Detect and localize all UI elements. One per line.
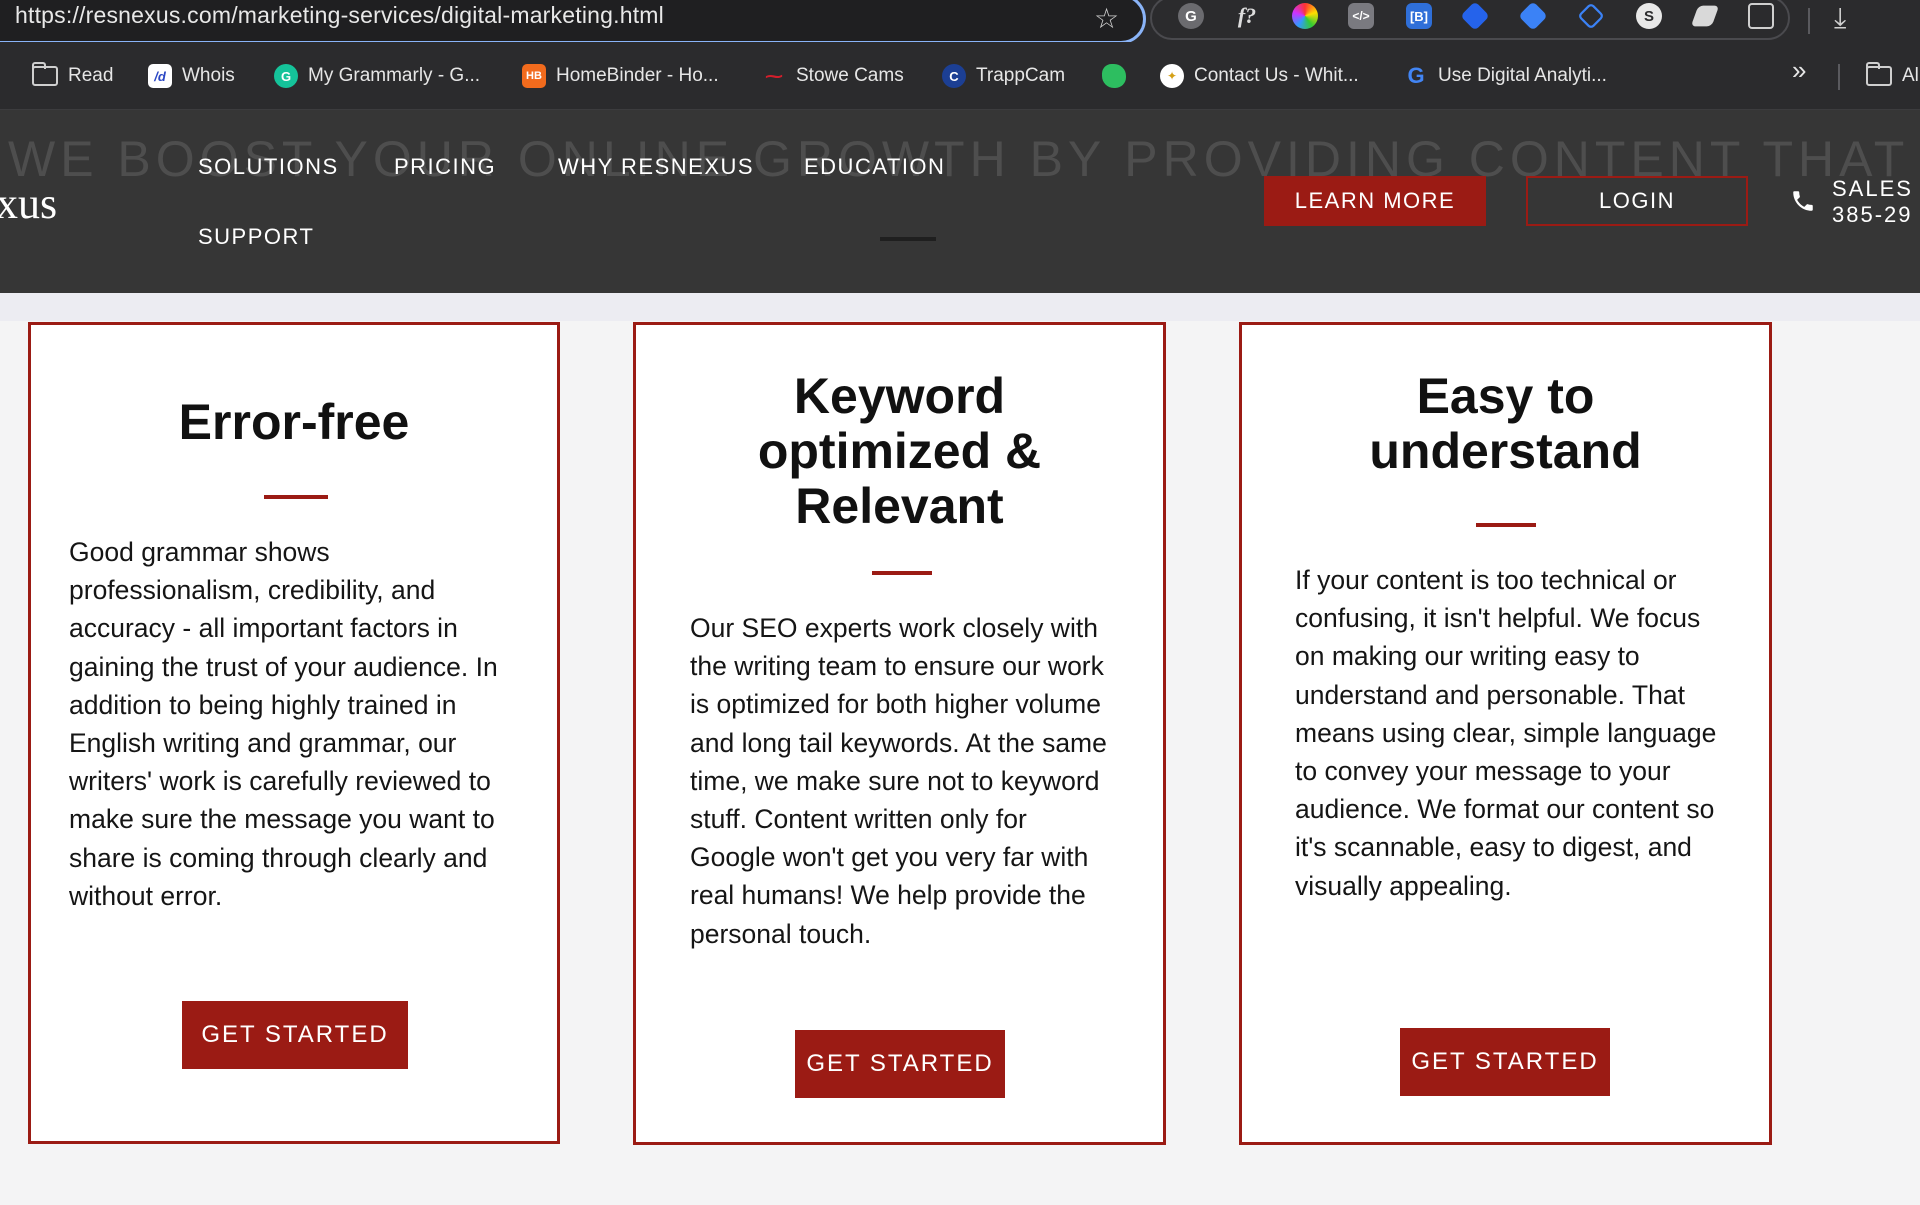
google-icon: G <box>1407 63 1425 88</box>
headline-underline <box>880 237 936 241</box>
feature-card-error-free: Error-free Good grammar shows profession… <box>28 322 560 1144</box>
learn-more-button[interactable]: LEARN MORE <box>1264 176 1486 226</box>
code-extension-icon[interactable]: </> <box>1348 3 1374 29</box>
card-body: If your content is too technical or conf… <box>1295 565 1717 901</box>
nav-support[interactable]: SUPPORT <box>198 224 314 250</box>
bookmarks-overflow-chevron[interactable]: » <box>1792 55 1806 85</box>
bookmark-label: Al <box>1902 65 1919 86</box>
card-title-line: understand <box>1369 423 1642 479</box>
bookmark-trappcam[interactable]: C TrappCam <box>942 62 1065 90</box>
nav-why-resnexus[interactable]: WHY RESNEXUS <box>558 154 754 180</box>
bookmark-evernote[interactable] <box>1102 62 1136 90</box>
card-title-line: Easy to <box>1416 368 1595 424</box>
bookmark-label: HomeBinder - Ho... <box>556 65 719 86</box>
section-band <box>0 293 1920 321</box>
card-title: Easy to understand <box>1242 369 1769 479</box>
bookmark-stowe-cams[interactable]: ⁓ Stowe Cams <box>762 62 904 90</box>
url-text[interactable]: https://resnexus.com/marketing-services/… <box>15 2 664 29</box>
bookmark-star-icon[interactable]: ☆ <box>1094 2 1119 35</box>
bookmark-homebinder[interactable]: HB HomeBinder - Ho... <box>522 62 719 90</box>
card-divider <box>872 571 932 575</box>
bookmark-label: Stowe Cams <box>796 65 904 86</box>
site-header: WE BOOST YOUR ONLINE GROWTH BY PROVIDING… <box>0 110 1920 293</box>
login-button[interactable]: LOGIN <box>1526 176 1748 226</box>
bookmarks-separator <box>1838 64 1840 90</box>
card-title-line: optimized & <box>757 423 1042 479</box>
bookmark-contact-us[interactable]: ✦ Contact Us - Whit... <box>1160 62 1359 90</box>
feature-card-easy-to-understand: Easy to understand If your content is to… <box>1239 322 1772 1145</box>
phone-icon <box>1793 191 1813 211</box>
address-bar[interactable]: https://resnexus.com/marketing-services/… <box>0 0 1146 44</box>
diamond-extension-icon[interactable] <box>1577 2 1605 30</box>
bookmark-label: Read <box>68 65 114 86</box>
card-title: Keyword optimized & Relevant <box>636 369 1163 534</box>
trappcam-icon: C <box>942 64 966 88</box>
homebinder-icon: HB <box>522 64 546 88</box>
card-title: Error-free <box>31 395 557 450</box>
tag-extension-icon-2[interactable] <box>1518 1 1548 31</box>
bookmark-read[interactable]: Read <box>32 62 113 90</box>
grammarly-icon: G <box>274 64 298 88</box>
card-body: Our SEO experts work closely with the wr… <box>690 613 1107 949</box>
bookmark-whois[interactable]: /d Whois <box>148 62 235 90</box>
bookmark-label: Use Digital Analyti... <box>1438 65 1607 86</box>
card-divider <box>264 495 328 499</box>
sales-label: SALES <box>1832 176 1913 201</box>
nav-education[interactable]: EDUCATION <box>804 154 945 180</box>
bookmark-digital-analytics[interactable]: G Use Digital Analyti... <box>1404 62 1607 90</box>
folder-icon <box>32 62 58 86</box>
s-extension-icon[interactable]: S <box>1636 3 1662 29</box>
get-started-button[interactable]: GET STARTED <box>1400 1028 1610 1096</box>
font-extension-icon[interactable]: f? <box>1234 3 1260 29</box>
sales-phone-number[interactable]: 385-29 <box>1832 202 1913 228</box>
grammarly-extension-icon[interactable]: G <box>1178 3 1204 29</box>
card-title-line: Relevant <box>795 478 1004 534</box>
bookmark-label: My Grammarly - G... <box>308 65 481 86</box>
nav-pricing[interactable]: PRICING <box>394 154 496 180</box>
folder-icon <box>1866 62 1892 86</box>
toolbar-separator <box>1808 8 1810 34</box>
browser-toolbar: https://resnexus.com/marketing-services/… <box>0 0 1920 44</box>
color-picker-icon[interactable] <box>1292 3 1318 29</box>
card-body: Good grammar shows professionalism, cred… <box>69 537 498 911</box>
bookmark-label: Contact Us - Whit... <box>1194 65 1359 86</box>
feature-card-keyword-optimized: Keyword optimized & Relevant Our SEO exp… <box>633 322 1166 1145</box>
bracket-extension-icon[interactable]: [B] <box>1406 3 1432 29</box>
bookmark-label: Whois <box>182 65 235 86</box>
eraser-extension-icon[interactable] <box>1690 5 1720 27</box>
contact-icon: ✦ <box>1160 64 1184 88</box>
puzzle-extensions-icon[interactable] <box>1748 3 1774 29</box>
card-divider <box>1476 523 1536 527</box>
extensions-bar: G f? </> [B] S <box>1150 0 1790 40</box>
tag-extension-icon-1[interactable] <box>1460 1 1490 31</box>
download-icon[interactable]: ⤓ <box>1834 2 1846 35</box>
evernote-icon <box>1102 64 1126 88</box>
stowe-icon: ⁓ <box>765 65 783 86</box>
get-started-button[interactable]: GET STARTED <box>795 1030 1005 1098</box>
logo[interactable]: xus <box>0 178 57 229</box>
get-started-button[interactable]: GET STARTED <box>182 1001 408 1069</box>
whois-icon: /d <box>148 64 172 88</box>
card-title-line: Error-free <box>178 394 410 450</box>
nav-solutions[interactable]: SOLUTIONS <box>198 154 339 180</box>
bookmarks-bar: Read /d Whois G My Grammarly - G... HB H… <box>0 42 1920 110</box>
bookmark-label: TrappCam <box>976 65 1066 86</box>
bookmark-all[interactable]: Al <box>1866 62 1919 90</box>
card-title-line: Keyword <box>793 368 1006 424</box>
bookmark-grammarly[interactable]: G My Grammarly - G... <box>274 62 480 90</box>
